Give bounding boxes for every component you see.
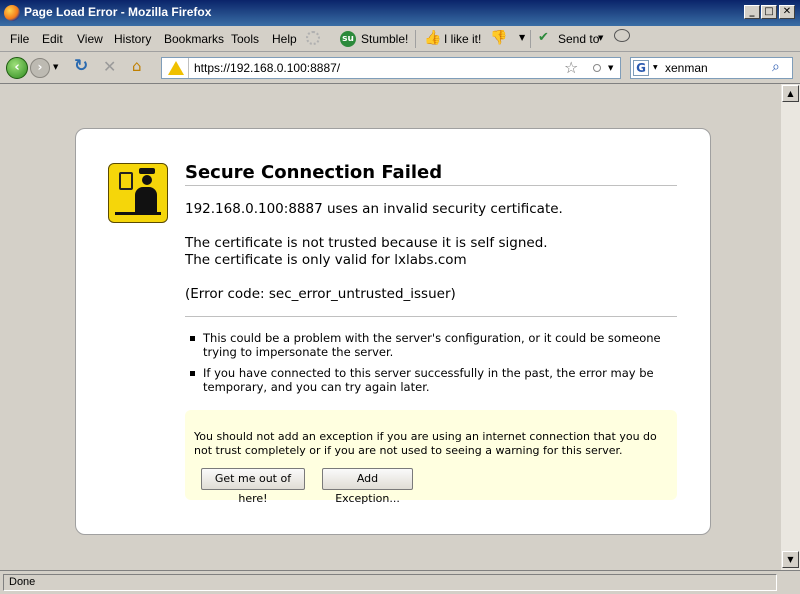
site-warning-button[interactable] [162,58,189,78]
error-code: (Error code: sec_error_untrusted_issuer) [185,286,456,302]
window-title: Page Load Error - Mozilla Firefox [24,5,212,19]
bookmark-star-icon[interactable]: ☆ [564,58,578,77]
warning-icon [168,61,184,75]
list-item: If you have connected to this server suc… [187,366,677,394]
reload-icon[interactable]: ↻ [74,56,88,76]
search-bar[interactable]: G ▼ xenman ⌕ [630,57,793,79]
scroll-down-button[interactable]: ▼ [782,551,799,568]
exception-warning-text: You should not add an exception if you a… [194,430,657,457]
exception-warning-box: You should not add an exception if you a… [185,410,677,505]
list-item: This could be a problem with the server'… [187,331,677,359]
stumbleupon-icon: su [340,31,356,47]
navigation-bar: ‹ › ▼ ↻ ✕ ⌂ https://192.168.0.100:8887/ … [0,52,800,84]
status-bar: Done [0,570,800,594]
menu-edit[interactable]: Edit [42,32,63,46]
url-dropdown-icon[interactable]: ▼ [608,64,613,72]
address-bar[interactable]: https://192.168.0.100:8887/ ☆ ▼ [161,57,621,79]
thumbs-up-icon: 👍 [424,30,442,46]
firefox-icon [4,5,20,21]
forward-button[interactable]: › [30,58,50,78]
error-message: 192.168.0.100:8887 uses an invalid secur… [185,201,563,217]
menu-bar: File Edit View History Bookmarks Tools H… [0,26,800,52]
title-bar: Page Load Error - Mozilla Firefox _ □ ✕ [0,0,800,26]
dropdown-arrow-icon: ▼ [598,34,604,42]
thumbs-down-icon[interactable]: 👎 [490,30,507,46]
divider [185,316,677,317]
get-me-out-button[interactable]: Get me out of here! [201,468,305,505]
menu-file[interactable]: File [10,32,29,46]
close-button[interactable]: ✕ [779,5,795,19]
engine-dropdown-icon[interactable]: ▼ [653,64,658,71]
stumble-label: Stumble! [361,32,409,46]
url-text: https://192.168.0.100:8887/ [194,61,341,75]
minimize-button[interactable]: _ [744,5,760,19]
home-icon[interactable]: ⌂ [132,57,142,75]
page-content: Secure Connection Failed 192.168.0.100:8… [0,84,781,570]
toolbar-separator [415,30,416,48]
error-detail-2: The certificate is only valid for lxlabs… [185,252,467,268]
history-dropdown-icon[interactable]: ▼ [53,63,58,71]
speech-bubble-icon[interactable] [614,29,630,42]
back-button[interactable]: ‹ [6,57,28,79]
add-exception-button[interactable]: Add Exception... [322,468,413,505]
throbber-icon [306,31,320,45]
checkmark-icon: ✔ [538,30,549,45]
menu-view[interactable]: View [77,32,103,46]
toolbar-separator [530,30,531,48]
error-panel: Secure Connection Failed 192.168.0.100:8… [75,128,711,535]
search-input[interactable]: xenman [665,61,708,75]
dropdown-arrow-icon[interactable]: ▼ [519,33,525,42]
status-text: Done [3,574,777,591]
search-icon[interactable]: ⌕ [772,59,780,75]
google-engine-icon[interactable]: G [633,60,649,76]
like-label: I like it! [444,32,482,46]
stop-icon[interactable]: ✕ [103,57,116,76]
error-detail-1: The certificate is not trusted because i… [185,235,548,251]
menu-tools[interactable]: Tools [231,32,259,46]
maximize-button[interactable]: □ [761,5,777,19]
send-to-label: Send to [558,32,600,46]
security-guard-icon [108,163,168,223]
scroll-up-button[interactable]: ▲ [782,85,799,102]
menu-history[interactable]: History [114,32,151,46]
feed-dot-icon [593,64,601,72]
error-title: Secure Connection Failed [185,162,677,186]
vertical-scrollbar[interactable]: ▲ ▼ [781,84,800,570]
explanation-list: This could be a problem with the server'… [187,331,677,401]
menu-help[interactable]: Help [272,32,297,46]
menu-bookmarks[interactable]: Bookmarks [164,32,224,46]
